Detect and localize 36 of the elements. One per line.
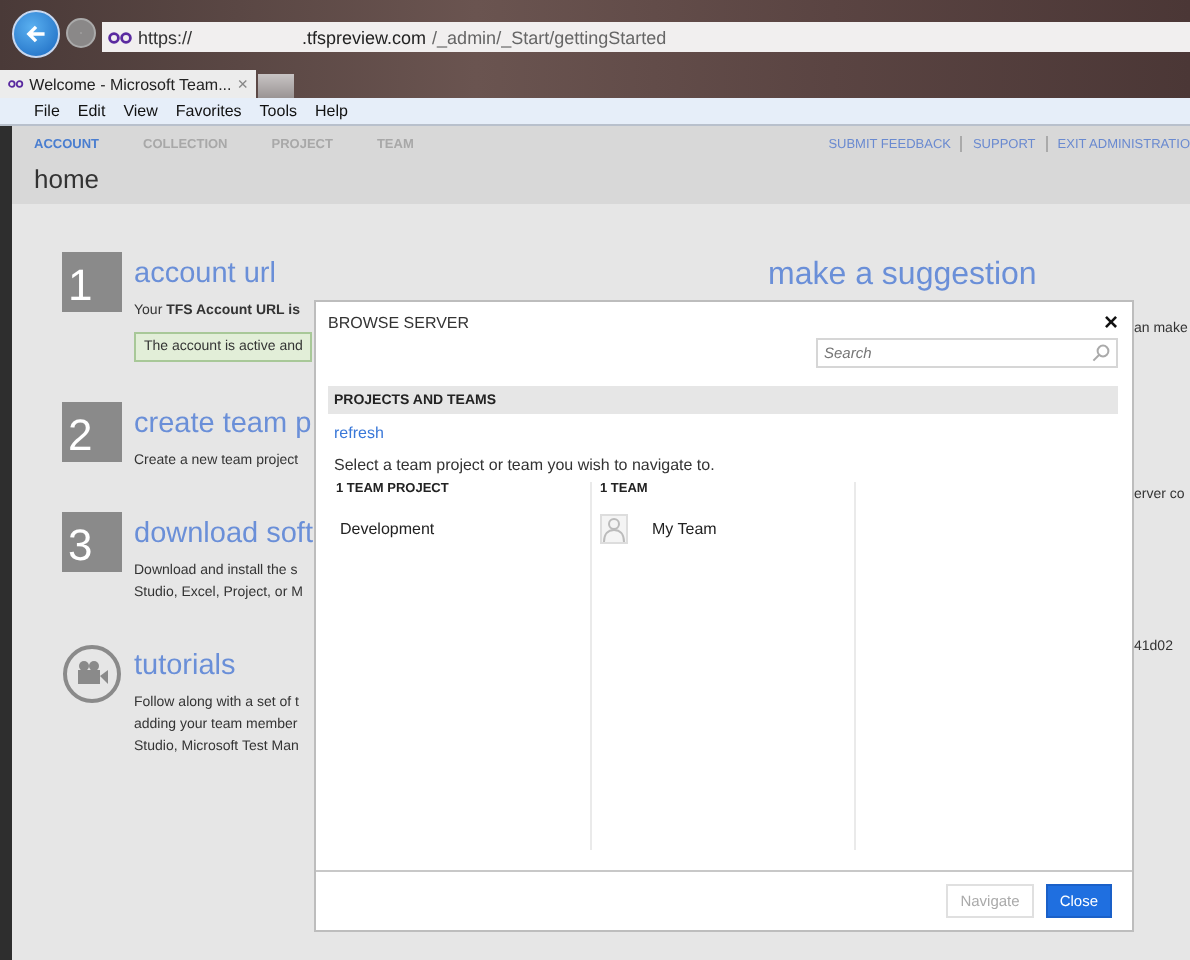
video-camera-icon	[62, 644, 122, 704]
section-title[interactable]: make a suggestion	[768, 258, 1134, 294]
section-title[interactable]: download soft	[134, 518, 313, 550]
url-host: .tfspreview.com	[302, 27, 427, 47]
url-path: /_admin/_Start/gettingStarted	[432, 27, 667, 47]
section-title[interactable]: tutorials	[134, 650, 299, 682]
step-number: 1	[62, 252, 122, 312]
instruction-text: Select a team project or team you wish to navigate to.	[334, 456, 717, 474]
menu-item[interactable]: Help	[314, 102, 348, 120]
menu-item[interactable]: Tools	[259, 102, 297, 120]
browser-tab[interactable]: Welcome - Microsoft Team... ×	[0, 70, 256, 98]
address-bar[interactable]: https:// .tfspreview.com /_admin/_Start/gettingStarted	[102, 22, 1190, 52]
back-arrow-icon	[26, 21, 46, 45]
back-button[interactable]	[12, 9, 60, 57]
search-icon	[1092, 344, 1110, 362]
url-scheme: https://	[138, 27, 193, 47]
menu-item[interactable]: View	[123, 102, 158, 120]
refresh-link[interactable]: refresh	[334, 424, 384, 442]
project-item[interactable]: Development	[340, 519, 435, 537]
section-title[interactable]: account url	[134, 258, 313, 290]
tab-close[interactable]: ×	[237, 74, 248, 94]
tab-title: Welcome - Microsoft Team...	[29, 75, 232, 93]
close-button[interactable]: ×	[1103, 312, 1118, 332]
team-avatar-icon	[600, 513, 628, 543]
site-icon	[8, 78, 24, 90]
team-item[interactable]: My Team	[652, 519, 717, 537]
page-title: home	[34, 164, 102, 194]
menu-item[interactable]: Edit	[77, 102, 106, 120]
site-icon	[108, 31, 132, 43]
step-number: 2	[62, 402, 122, 462]
menu-item[interactable]: File	[34, 102, 60, 120]
section-title[interactable]: create team p	[134, 408, 312, 440]
forward-button[interactable]	[66, 18, 96, 48]
menu-item[interactable]: Favorites	[175, 102, 242, 120]
step-number: 3	[62, 512, 122, 572]
dialog-title: BROWSE SERVER	[328, 313, 470, 331]
